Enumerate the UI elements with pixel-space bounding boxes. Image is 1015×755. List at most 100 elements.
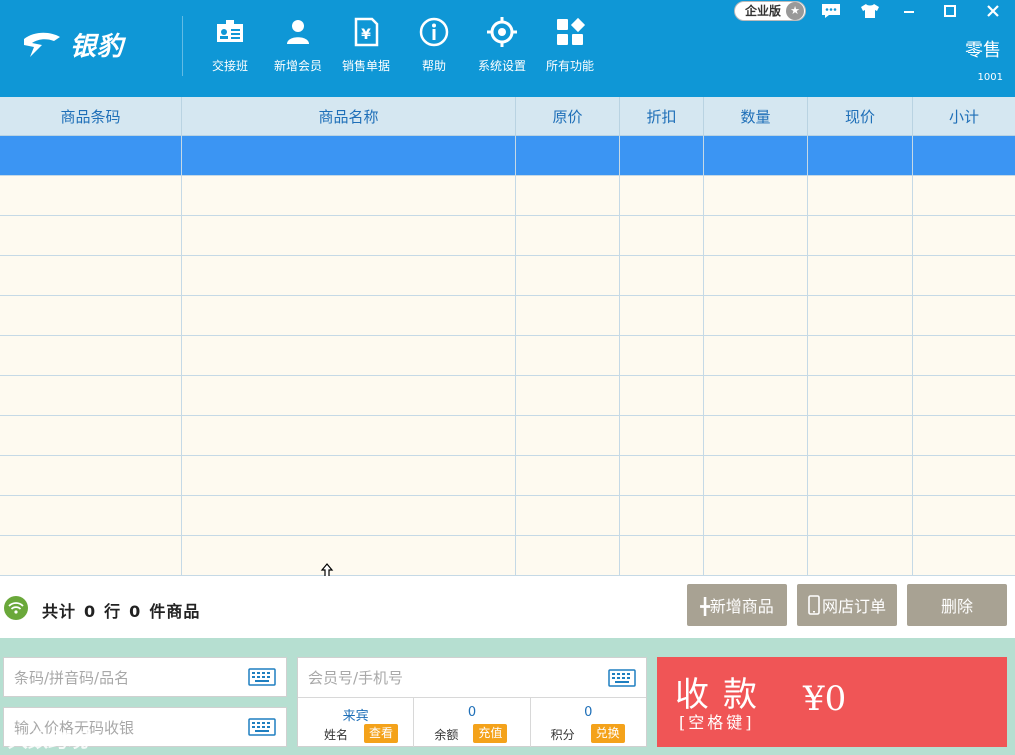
table-cell[interactable] xyxy=(516,416,620,455)
skin-button[interactable] xyxy=(859,2,881,20)
column-header[interactable]: 小计 xyxy=(913,97,1015,135)
table-cell[interactable] xyxy=(704,496,808,535)
table-cell[interactable] xyxy=(0,336,182,375)
table-row[interactable] xyxy=(0,336,1015,376)
table-cell[interactable] xyxy=(0,536,182,575)
table-cell[interactable] xyxy=(808,216,913,255)
table-cell[interactable] xyxy=(620,256,704,295)
table-cell[interactable] xyxy=(0,216,182,255)
table-cell[interactable] xyxy=(913,256,1015,295)
column-header[interactable]: 商品条码 xyxy=(0,97,182,135)
table-cell[interactable] xyxy=(620,496,704,535)
table-cell[interactable] xyxy=(620,216,704,255)
table-cell[interactable] xyxy=(620,536,704,575)
table-row[interactable] xyxy=(0,136,1015,176)
table-cell[interactable] xyxy=(704,216,808,255)
table-row[interactable] xyxy=(0,376,1015,416)
table-cell[interactable] xyxy=(182,456,516,495)
table-cell[interactable] xyxy=(808,456,913,495)
table-cell[interactable] xyxy=(516,336,620,375)
table-cell[interactable] xyxy=(808,136,913,175)
table-cell[interactable] xyxy=(704,416,808,455)
delete-button[interactable]: 删除 xyxy=(907,584,1007,626)
table-cell[interactable] xyxy=(808,296,913,335)
table-row[interactable] xyxy=(0,416,1015,456)
table-cell[interactable] xyxy=(516,496,620,535)
nav-sales-receipt[interactable]: ¥ 销售单据 xyxy=(332,16,400,74)
nav-help[interactable]: 帮助 xyxy=(400,16,468,74)
table-cell[interactable] xyxy=(0,456,182,495)
table-cell[interactable] xyxy=(182,176,516,215)
table-cell[interactable] xyxy=(516,256,620,295)
table-cell[interactable] xyxy=(620,456,704,495)
column-header[interactable]: 数量 xyxy=(704,97,808,135)
table-cell[interactable] xyxy=(704,136,808,175)
table-cell[interactable] xyxy=(516,176,620,215)
table-row[interactable] xyxy=(0,256,1015,296)
member-search-input[interactable]: 会员号/手机号 xyxy=(298,658,646,698)
table-cell[interactable] xyxy=(516,376,620,415)
keyboard-icon[interactable] xyxy=(248,718,276,736)
table-cell[interactable] xyxy=(808,176,913,215)
view-member-button[interactable]: 查看 xyxy=(364,724,399,743)
barcode-search-input[interactable]: 条码/拼音码/品名 xyxy=(3,657,287,697)
table-row[interactable] xyxy=(0,456,1015,496)
table-cell[interactable] xyxy=(0,296,182,335)
table-cell[interactable] xyxy=(704,456,808,495)
table-cell[interactable] xyxy=(913,296,1015,335)
add-product-button[interactable]: ╋新增商品 xyxy=(687,584,787,626)
table-cell[interactable] xyxy=(913,456,1015,495)
recharge-button[interactable]: 充值 xyxy=(473,724,508,743)
column-header[interactable]: 商品名称 xyxy=(182,97,516,135)
table-cell[interactable] xyxy=(704,336,808,375)
table-cell[interactable] xyxy=(620,376,704,415)
online-order-button[interactable]: 网店订单 xyxy=(797,584,897,626)
nav-add-member[interactable]: 新增会员 xyxy=(264,16,332,74)
table-cell[interactable] xyxy=(808,536,913,575)
table-cell[interactable] xyxy=(808,256,913,295)
table-cell[interactable] xyxy=(182,256,516,295)
table-cell[interactable] xyxy=(704,296,808,335)
column-header[interactable]: 现价 xyxy=(808,97,913,135)
table-cell[interactable] xyxy=(182,536,516,575)
table-cell[interactable] xyxy=(620,336,704,375)
table-cell[interactable] xyxy=(704,376,808,415)
table-cell[interactable] xyxy=(516,136,620,175)
table-row[interactable] xyxy=(0,536,1015,576)
table-cell[interactable] xyxy=(913,496,1015,535)
table-cell[interactable] xyxy=(0,496,182,535)
table-cell[interactable] xyxy=(182,336,516,375)
table-cell[interactable] xyxy=(0,256,182,295)
checkout-button[interactable]: 收款 [空格键] ¥0 xyxy=(657,657,1007,747)
keyboard-icon[interactable] xyxy=(248,668,276,686)
table-cell[interactable] xyxy=(808,336,913,375)
table-cell[interactable] xyxy=(913,376,1015,415)
table-cell[interactable] xyxy=(182,496,516,535)
edition-badge[interactable]: 企业版 ★ xyxy=(734,1,807,21)
table-cell[interactable] xyxy=(620,296,704,335)
table-cell[interactable] xyxy=(516,456,620,495)
table-cell[interactable] xyxy=(913,176,1015,215)
table-cell[interactable] xyxy=(0,416,182,455)
column-header[interactable]: 原价 xyxy=(516,97,620,135)
table-cell[interactable] xyxy=(182,216,516,255)
table-cell[interactable] xyxy=(182,376,516,415)
close-button[interactable] xyxy=(982,2,1004,20)
table-row[interactable] xyxy=(0,496,1015,536)
table-cell[interactable] xyxy=(704,176,808,215)
table-cell[interactable] xyxy=(0,176,182,215)
table-row[interactable] xyxy=(0,216,1015,256)
table-cell[interactable] xyxy=(182,296,516,335)
nav-all-functions[interactable]: 所有功能 xyxy=(536,16,604,74)
table-cell[interactable] xyxy=(704,536,808,575)
table-cell[interactable] xyxy=(516,536,620,575)
minimize-button[interactable] xyxy=(898,2,920,20)
redeem-button[interactable]: 兑换 xyxy=(590,724,625,743)
table-cell[interactable] xyxy=(0,376,182,415)
table-row[interactable] xyxy=(0,296,1015,336)
table-cell[interactable] xyxy=(0,136,182,175)
table-cell[interactable] xyxy=(913,336,1015,375)
table-cell[interactable] xyxy=(913,416,1015,455)
table-cell[interactable] xyxy=(620,136,704,175)
keyboard-icon[interactable] xyxy=(608,668,636,687)
